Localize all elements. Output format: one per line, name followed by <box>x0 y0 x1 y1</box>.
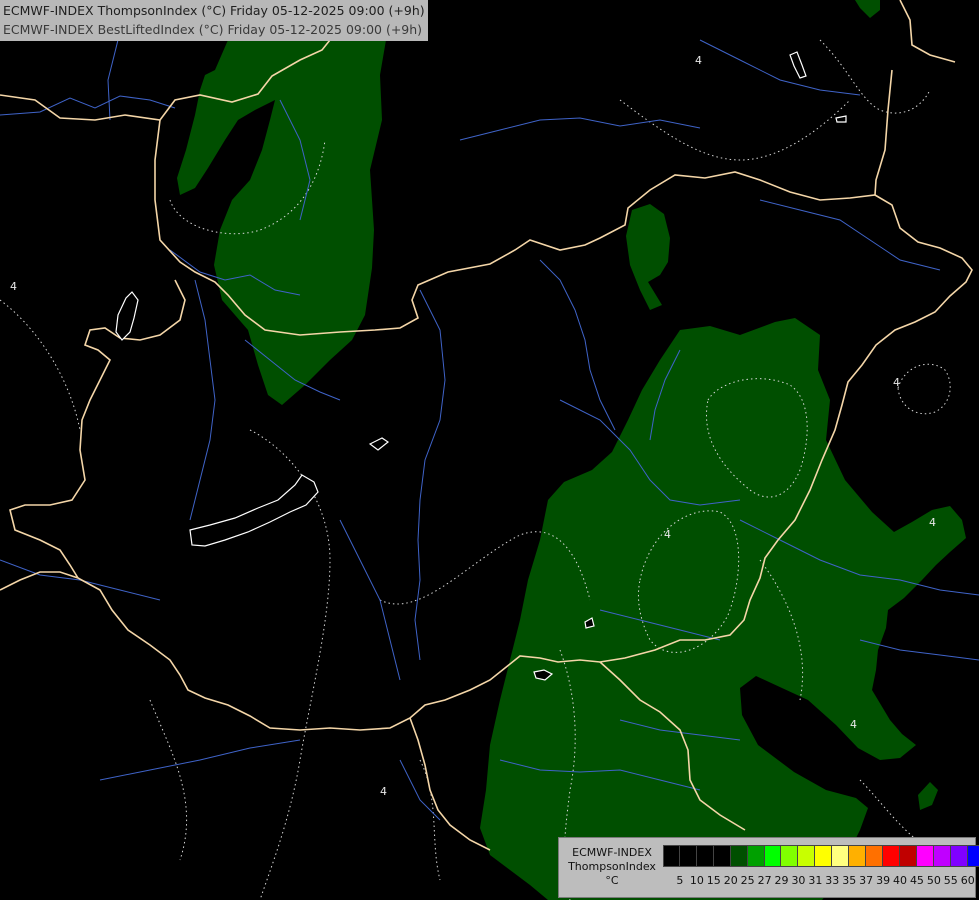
legend-swatch <box>696 845 714 867</box>
legend-tick: 15 <box>706 874 721 887</box>
legend-swatch <box>933 845 951 867</box>
contour-label: 4 <box>695 54 702 67</box>
legend-tick: 20 <box>723 874 738 887</box>
legend-tick: 25 <box>740 874 755 887</box>
legend-tick: 55 <box>943 874 958 887</box>
legend-swatch <box>899 845 917 867</box>
legend-tick: 30 <box>791 874 806 887</box>
contour-label: 4 <box>929 516 936 529</box>
legend-tick: 60 <box>960 874 975 887</box>
legend-color-bar <box>663 845 979 867</box>
legend-swatch <box>849 845 867 867</box>
legend-tick: 27 <box>757 874 772 887</box>
legend-unit: °C <box>605 874 619 887</box>
weather-map: 4 4 4 4 4 4 4 ECMWF-INDEX ThompsonIndex … <box>0 0 979 900</box>
map-title-box: ECMWF-INDEX ThompsonIndex (°C) Friday 05… <box>0 0 428 41</box>
legend-swatch <box>832 845 850 867</box>
legend-tick: 35 <box>842 874 857 887</box>
legend-tick: 45 <box>909 874 924 887</box>
legend-tick: 37 <box>859 874 874 887</box>
legend-tick: 40 <box>893 874 908 887</box>
legend-tick-labels: 5 10 15 20 25 27 29 30 31 33 35 37 39 40 45 50 55 60 <box>663 874 979 890</box>
legend-swatch <box>950 845 968 867</box>
contour-label: 4 <box>893 376 900 389</box>
map-canvas: 4 4 4 4 4 4 4 <box>0 0 979 900</box>
map-title-thompson: ECMWF-INDEX ThompsonIndex (°C) Friday 05… <box>3 3 425 18</box>
legend-swatch <box>713 845 731 867</box>
legend-tick: 10 <box>689 874 704 887</box>
legend-tick: 5 <box>676 874 684 887</box>
legend-swatch <box>679 845 697 867</box>
legend-title-field: ThompsonIndex <box>568 860 656 873</box>
legend-swatch <box>815 845 833 867</box>
map-title-bestlifted: ECMWF-INDEX BestLiftedIndex (°C) Friday … <box>3 22 423 37</box>
legend-title: ECMWF-INDEX ThompsonIndex °C <box>563 846 661 888</box>
legend-title-model: ECMWF-INDEX <box>572 846 652 859</box>
color-legend: ECMWF-INDEX ThompsonIndex °C 5 10 15 20 25 27… <box>558 837 979 898</box>
legend-swatch <box>916 845 934 867</box>
legend-tick: 50 <box>926 874 941 887</box>
legend-swatch <box>882 845 900 867</box>
legend-swatch <box>747 845 765 867</box>
legend-swatch <box>663 845 680 867</box>
legend-tick: 33 <box>825 874 840 887</box>
contour-label: 4 <box>850 718 857 731</box>
legend-tick: 29 <box>774 874 789 887</box>
legend-swatch <box>866 845 883 867</box>
legend-swatch <box>730 845 748 867</box>
contour-label: 4 <box>380 785 387 798</box>
legend-swatch <box>967 845 979 867</box>
legend-swatch <box>764 845 782 867</box>
legend-tick: 39 <box>876 874 891 887</box>
contour-label: 4 <box>664 528 671 541</box>
contour-label: 4 <box>10 280 17 293</box>
legend-tick: 31 <box>808 874 823 887</box>
legend-swatch <box>798 845 816 867</box>
legend-swatch <box>781 845 799 867</box>
